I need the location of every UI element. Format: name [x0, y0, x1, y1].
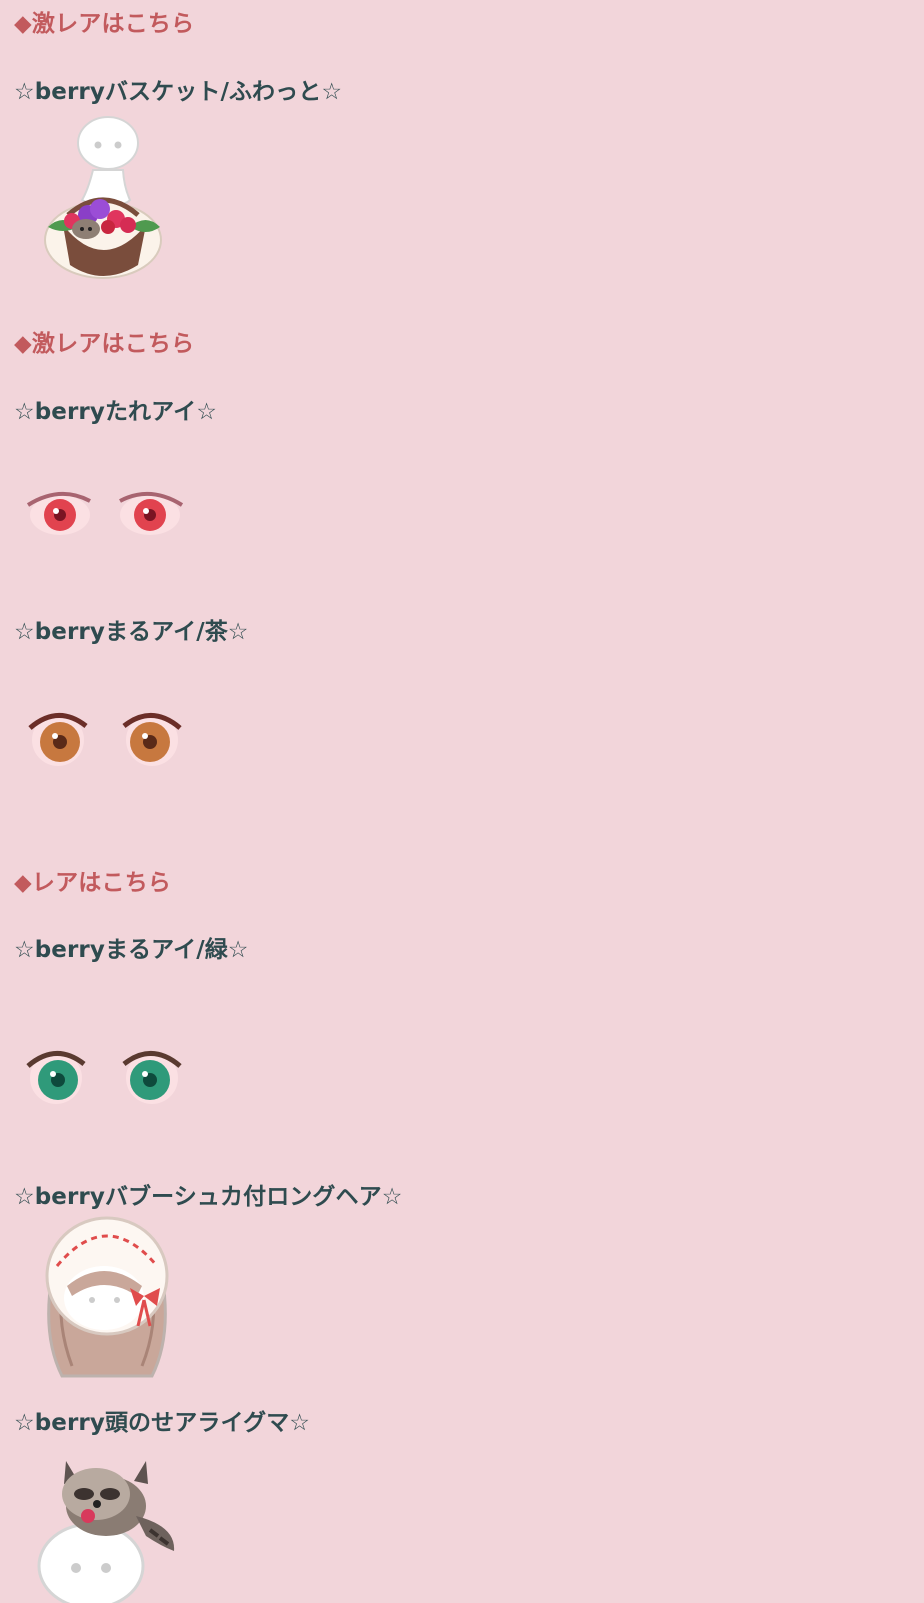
item-title-droopy-eyes: ☆berryたれアイ☆	[14, 399, 217, 425]
item-title-head-raccoon: ☆berry頭のせアライグマ☆	[14, 1410, 311, 1436]
section-heading-rare: ◆レアはこちら	[14, 870, 172, 896]
green-round-eyes-icon	[26, 1051, 182, 1104]
item-title-brown-round-eyes: ☆berryまるアイ/茶☆	[14, 619, 249, 645]
babushka-long-hair-icon	[45, 1216, 169, 1378]
section-heading-super-rare-1: ◆激レアはこちら	[14, 11, 195, 37]
item-title-babushka-hair: ☆berryバブーシュカ付ロングヘア☆	[14, 1184, 403, 1210]
head-raccoon-icon	[37, 1461, 175, 1603]
brown-round-eyes-icon	[28, 713, 182, 766]
section-heading-super-rare-2: ◆激レアはこちら	[14, 331, 195, 357]
raccoon-berry-basket-avatar-icon	[44, 116, 162, 279]
item-title-green-round-eyes: ☆berryまるアイ/緑☆	[14, 937, 249, 963]
red-droopy-eyes-icon	[26, 491, 184, 535]
item-title-berry-basket: ☆berryバスケット/ふわっと☆	[14, 79, 343, 105]
